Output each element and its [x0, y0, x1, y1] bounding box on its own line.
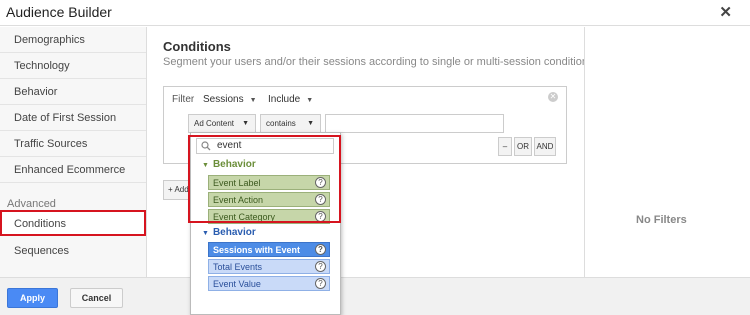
dimension-dropdown[interactable]: Ad Content ▼ [188, 114, 256, 133]
sidebar-item-behavior[interactable]: Behavior [0, 79, 146, 105]
filter-label: Filter [172, 94, 195, 105]
condition-value-input[interactable] [325, 114, 504, 133]
dimension-picker: event ▼ Behavior Event Label? Event Actio… [190, 132, 341, 315]
title-bar: Audience Builder ✕ [0, 0, 750, 26]
option-label: Total Events [213, 262, 263, 272]
help-icon[interactable]: ? [315, 194, 326, 205]
no-filters-text: No Filters [636, 214, 687, 226]
option-event-action[interactable]: Event Action? [208, 192, 330, 207]
window-title: Audience Builder [6, 4, 112, 20]
help-icon[interactable]: ? [315, 177, 326, 188]
sidebar-item-demographics[interactable]: Demographics [0, 27, 146, 53]
sidebar-item-traffic-sources[interactable]: Traffic Sources [0, 131, 146, 157]
option-event-label[interactable]: Event Label? [208, 175, 330, 190]
option-label: Event Label [213, 178, 261, 188]
chevron-down-icon: ▼ [306, 97, 314, 104]
include-dropdown[interactable]: Include ▼ [268, 94, 313, 105]
option-sessions-with-event[interactable]: Sessions with Event? [208, 242, 330, 257]
option-event-value[interactable]: Event Value? [208, 276, 330, 291]
page-subtitle: Segment your users and/or their sessions… [163, 56, 597, 68]
close-icon[interactable]: ✕ [719, 3, 732, 21]
option-total-events[interactable]: Total Events? [208, 259, 330, 274]
scope-dropdown[interactable]: Sessions ▼ [203, 94, 257, 105]
sidebar-section-advanced: Advanced [7, 198, 56, 210]
remove-filter-icon[interactable]: ✕ [548, 92, 558, 102]
help-icon[interactable]: ? [315, 211, 326, 222]
operator-dropdown[interactable]: contains ▼ [260, 114, 321, 133]
search-value: event [217, 140, 242, 151]
summary-panel: No Filters [584, 27, 750, 277]
option-event-category[interactable]: Event Category? [208, 209, 330, 224]
page-title: Conditions [163, 39, 231, 54]
sidebar-item-enhanced-ecommerce[interactable]: Enhanced Ecommerce [0, 157, 146, 183]
apply-button[interactable]: Apply [7, 288, 58, 308]
search-icon [201, 141, 211, 151]
include-value: Include [268, 94, 301, 105]
search-field[interactable]: event [196, 138, 334, 154]
operator-value: contains [266, 119, 296, 128]
chevron-down-icon: ▼ [242, 120, 249, 127]
sidebar-item-sequences[interactable]: Sequences [0, 238, 146, 264]
group-label: Behavior [212, 227, 256, 238]
collapse-triangle-icon: ▼ [202, 230, 209, 237]
sidebar-item-technology[interactable]: Technology [0, 53, 146, 79]
option-label: Event Category [213, 212, 276, 222]
help-icon[interactable]: ? [315, 278, 326, 289]
option-label: Sessions with Event [213, 245, 301, 255]
dimension-value: Ad Content [194, 119, 235, 128]
help-icon[interactable]: ? [315, 244, 326, 255]
sidebar-item-conditions[interactable]: Conditions [0, 210, 146, 236]
group-header-behavior[interactable]: ▼ Behavior [202, 227, 256, 238]
group-label: Behavior [212, 159, 256, 170]
and-button[interactable]: AND [534, 137, 556, 156]
option-label: Event Action [213, 195, 264, 205]
sidebar-item-date-of-first-session[interactable]: Date of First Session [0, 105, 146, 131]
scope-value: Sessions [203, 94, 244, 105]
or-button[interactable]: OR [514, 137, 532, 156]
chevron-down-icon: ▼ [307, 120, 314, 127]
remove-condition-button[interactable]: – [498, 137, 512, 156]
sidebar: Demographics Technology Behavior Date of… [0, 27, 147, 277]
option-label: Event Value [213, 279, 261, 289]
collapse-triangle-icon: ▼ [202, 162, 209, 169]
footer: Apply Cancel [0, 277, 750, 315]
group-header-behavior[interactable]: ▼ Behavior [202, 159, 256, 170]
help-icon[interactable]: ? [315, 261, 326, 272]
chevron-down-icon: ▼ [249, 97, 257, 104]
cancel-button[interactable]: Cancel [70, 288, 123, 308]
